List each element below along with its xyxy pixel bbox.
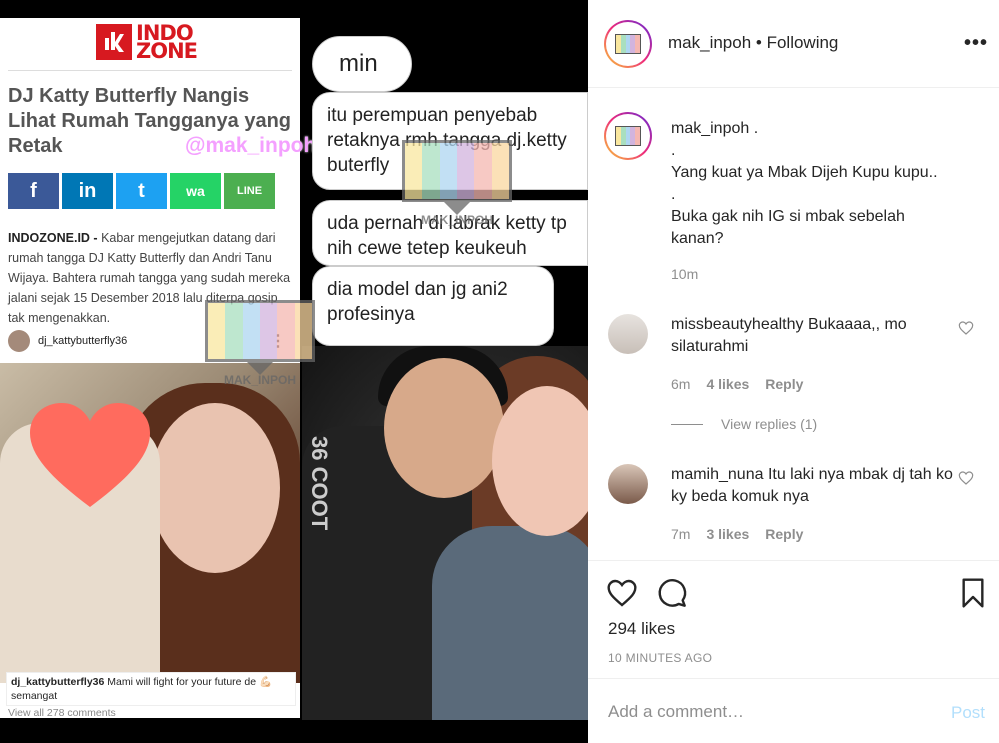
post-header: mak_inpoh • Following ••• <box>588 0 999 88</box>
caption-line: . <box>671 186 676 203</box>
post-comment-button[interactable]: Post <box>951 703 985 723</box>
commenter-avatar[interactable] <box>608 464 648 504</box>
facebook-icon: f <box>8 173 59 209</box>
tv-icon <box>614 125 642 147</box>
comment-meta: 6m 4 likes Reply <box>671 376 803 392</box>
comment-likes[interactable]: 3 likes <box>706 526 749 542</box>
reply-button[interactable]: Reply <box>765 376 803 392</box>
news-source: INDOZONE.ID - <box>8 231 98 245</box>
comment-time[interactable]: 6m <box>671 376 690 392</box>
caption-body: mak_inpoh . . Yang kuat ya Mbak Dijeh Ku… <box>671 118 961 250</box>
reply-button[interactable]: Reply <box>765 526 803 542</box>
comment-input[interactable] <box>608 699 928 725</box>
caption-time[interactable]: 10m <box>671 266 698 282</box>
ig-user-row: dj_kattybutterfly36 ⋮ <box>8 330 286 352</box>
comment-meta: 7m 3 likes Reply <box>671 526 803 542</box>
comment-body: missbeautyhealthy Bukaaaa,, mo silaturah… <box>671 314 961 358</box>
post-sidebar: mak_inpoh • Following ••• mak_inpoh . . … <box>588 0 999 743</box>
caption-user: dj_kattybutterfly36 <box>11 676 105 688</box>
like-heart-icon[interactable] <box>606 577 638 609</box>
mother-baby-photo <box>0 363 300 683</box>
caption-meta: 10m <box>671 266 698 282</box>
man-face <box>384 358 504 498</box>
more-options-icon[interactable]: ••• <box>964 32 988 55</box>
post-timestamp[interactable]: 10 MINUTES AGO <box>608 651 712 665</box>
comment-icon[interactable] <box>656 577 688 609</box>
indozone-logo-mark <box>96 24 132 60</box>
separator-dot: • <box>751 33 767 52</box>
couple-photo: 36 COOT <box>302 346 588 720</box>
divider <box>8 70 292 71</box>
view-replies-label[interactable]: View replies (1) <box>721 416 817 432</box>
ig-caption: dj_kattybutterfly36 Mami will fight for … <box>6 672 296 706</box>
watermark-logo: MAK_INPOH <box>402 140 512 232</box>
caption-line: Buka gak nih IG si mbak sebelah kanan? <box>671 208 905 247</box>
watermark-label: MAK_INPOH <box>223 373 296 387</box>
author-username[interactable]: mak_inpoh <box>668 33 751 52</box>
comment-likes[interactable]: 4 likes <box>706 376 749 392</box>
watermark-label: MAK_INPOH <box>420 213 493 227</box>
indozone-logo: INDO ZONE <box>96 23 198 63</box>
watermark-logo: MAK_INPOH <box>205 300 315 392</box>
linkedin-icon: in <box>62 173 113 209</box>
logo-text-2: ZONE <box>136 39 198 63</box>
watermark-handle: @mak_inpoh <box>185 134 317 157</box>
shirt-text: 36 COOT <box>307 436 332 531</box>
comment-body: mamih_nuna Itu laki nya mbak dj tah ko k… <box>671 464 961 508</box>
ig-username: dj_kattybutterfly36 <box>38 335 128 347</box>
comment-username[interactable]: missbeautyhealthy <box>671 316 804 333</box>
chat-bubble: dia model dan jg ani2 profesinya <box>312 266 554 346</box>
view-all-comments: View all 278 comments <box>8 707 116 719</box>
view-replies[interactable]: View replies (1) <box>671 416 817 432</box>
line-icon: LINE <box>224 173 275 209</box>
author-avatar[interactable] <box>604 112 652 160</box>
heart-icon <box>30 403 150 507</box>
share-buttons: f in t wa LINE <box>8 173 275 209</box>
bookmark-icon[interactable] <box>957 577 989 609</box>
caption-line: . <box>671 142 676 159</box>
post-actions: 294 likes 10 MINUTES AGO <box>588 560 999 678</box>
tv-icon <box>614 33 642 55</box>
following-button[interactable]: Following <box>767 33 839 52</box>
author-avatar[interactable] <box>604 20 652 68</box>
chat-bubble: min <box>312 36 412 92</box>
divider <box>671 423 703 425</box>
comment-time[interactable]: 7m <box>671 526 690 542</box>
face <box>150 403 280 573</box>
avatar <box>8 330 30 352</box>
comments-section[interactable]: mak_inpoh . . Yang kuat ya Mbak Dijeh Ku… <box>588 88 999 560</box>
like-comment-heart-icon[interactable] <box>958 320 974 336</box>
likes-count[interactable]: 294 likes <box>608 619 675 639</box>
comment-username[interactable]: mamih_nuna <box>671 466 764 483</box>
whatsapp-icon: wa <box>170 173 221 209</box>
twitter-icon: t <box>116 173 167 209</box>
like-comment-heart-icon[interactable] <box>958 470 974 486</box>
caption-line: . <box>749 120 759 137</box>
caption-username[interactable]: mak_inpoh <box>671 120 749 137</box>
caption-line: Yang kuat ya Mbak Dijeh Kupu kupu.. <box>671 164 938 181</box>
add-comment-bar: Post <box>588 678 999 743</box>
post-image[interactable]: INDO ZONE DJ Katty Butterfly Nangis Liha… <box>0 0 588 743</box>
commenter-avatar[interactable] <box>608 314 648 354</box>
